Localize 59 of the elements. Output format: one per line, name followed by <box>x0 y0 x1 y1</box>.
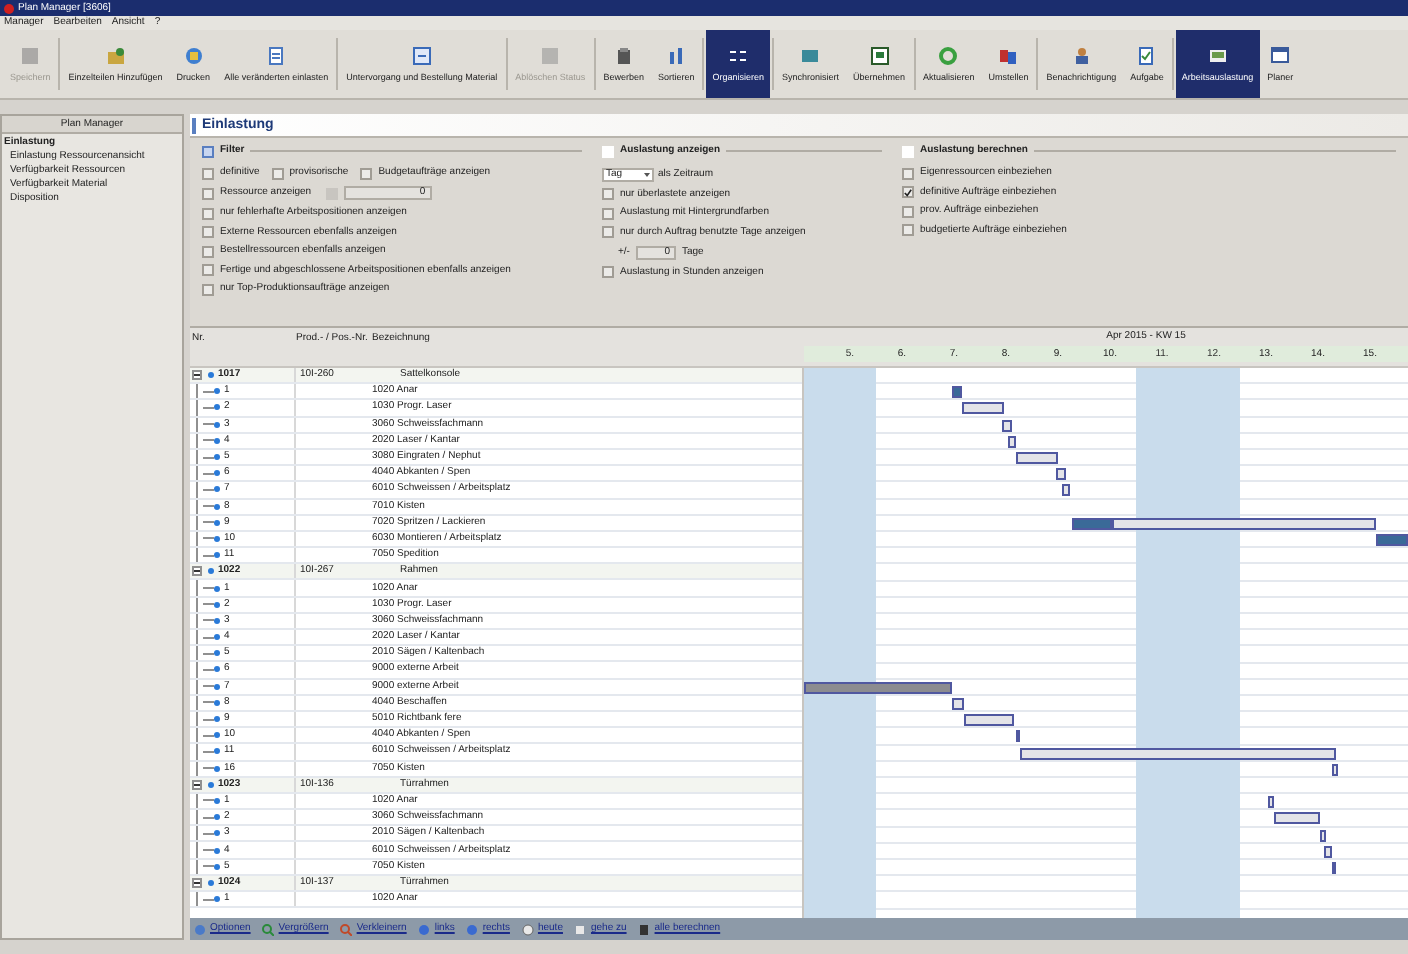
toolbar-icon <box>1136 45 1157 66</box>
bottom-icon <box>466 923 479 935</box>
checkbox[interactable] <box>902 205 914 217</box>
checkbox[interactable] <box>202 245 214 257</box>
toolbar-icon <box>1071 45 1092 66</box>
minus-icon <box>194 879 200 886</box>
toolbar-icon <box>411 45 432 66</box>
toolbar-icon <box>1207 45 1228 66</box>
checkbox[interactable] <box>602 188 614 200</box>
toolbar-icon <box>20 45 41 66</box>
collapse-toggle[interactable] <box>192 566 202 577</box>
toolbar-icon <box>105 45 126 66</box>
minus-icon <box>194 781 200 788</box>
app-icon <box>4 3 14 13</box>
checkbox[interactable] <box>602 226 614 238</box>
checkbox[interactable] <box>202 283 214 295</box>
checkbox[interactable] <box>602 145 614 157</box>
checkbox[interactable] <box>271 167 284 179</box>
checkbox[interactable] <box>360 167 373 179</box>
checkbox[interactable] <box>602 207 614 219</box>
bottom-icon <box>418 923 431 935</box>
toolbar-icon <box>613 45 634 66</box>
collapse-toggle[interactable] <box>192 779 202 790</box>
minus-icon <box>194 372 200 379</box>
toolbar-icon <box>183 45 204 66</box>
dropdown-caret-icon <box>642 169 652 179</box>
checkbox[interactable] <box>202 207 214 219</box>
checkbox[interactable] <box>202 167 214 179</box>
toolbar-icon <box>869 45 889 66</box>
bottom-icon <box>521 923 534 935</box>
bottom-icon <box>340 923 353 935</box>
toolbar-icon <box>800 45 821 66</box>
toolbar-icon <box>266 45 287 66</box>
checkbox[interactable] <box>202 226 214 238</box>
toolbar-icon <box>540 45 561 66</box>
bottom-icon <box>638 923 651 935</box>
checkbox[interactable] <box>902 186 914 198</box>
check-icon <box>904 187 912 197</box>
minus-icon <box>194 568 200 575</box>
collapse-icon[interactable] <box>202 145 214 157</box>
toolbar-icon <box>666 45 687 66</box>
checkbox[interactable] <box>902 145 914 157</box>
checkbox[interactable] <box>902 167 914 179</box>
toolbar-icon <box>998 45 1019 66</box>
collapse-toggle[interactable] <box>192 877 202 888</box>
bottom-icon <box>574 923 587 935</box>
toolbar-icon <box>728 45 749 66</box>
collapse-toggle[interactable] <box>192 370 202 381</box>
toolbar-icon <box>1270 45 1291 66</box>
checkbox[interactable] <box>202 187 214 199</box>
checkbox[interactable] <box>602 266 614 278</box>
header-accent-icon <box>192 117 196 133</box>
gantt-bar <box>1376 534 1408 546</box>
checkbox[interactable] <box>902 224 914 236</box>
bottom-icon <box>194 923 206 935</box>
toolbar-icon <box>938 45 959 66</box>
checkbox[interactable] <box>202 264 214 276</box>
bottom-icon <box>262 923 275 935</box>
gantt-bar <box>952 386 962 399</box>
